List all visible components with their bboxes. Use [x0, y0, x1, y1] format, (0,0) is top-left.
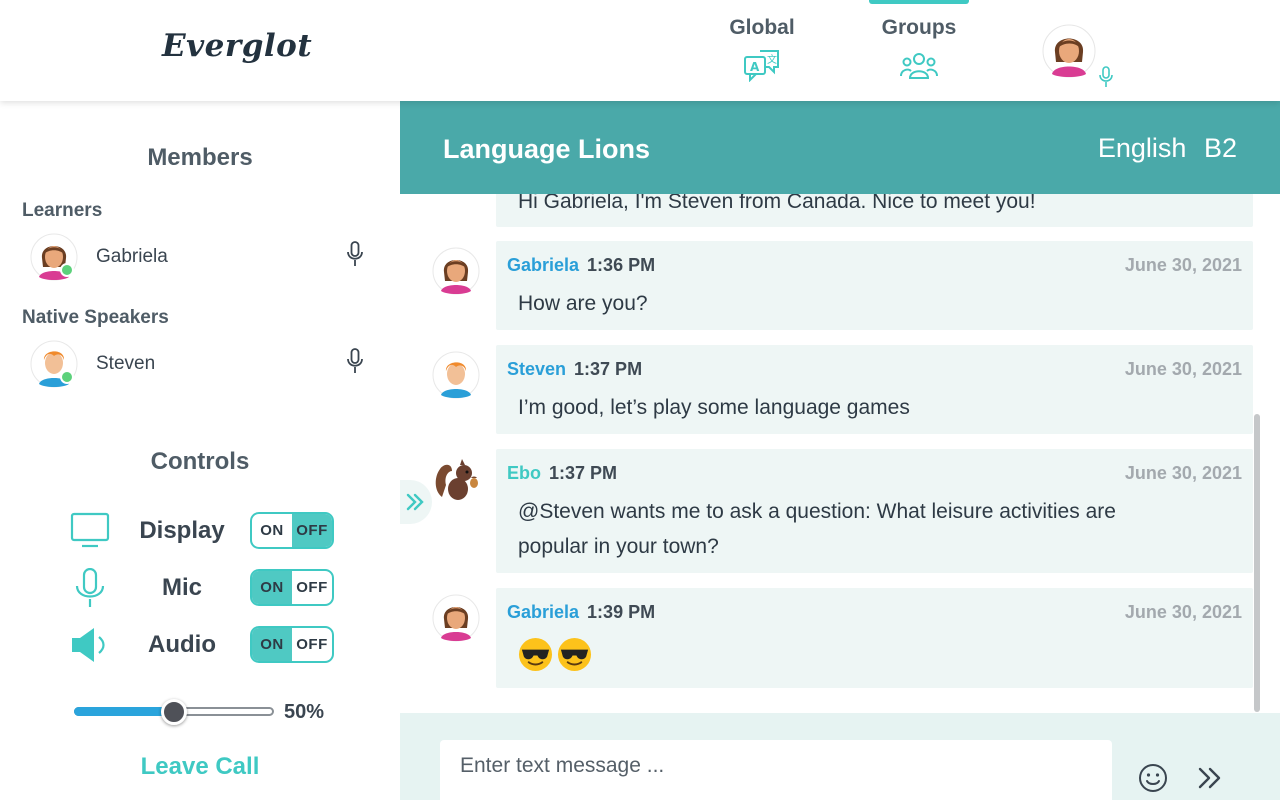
microphone-icon[interactable] — [346, 348, 364, 374]
slider-fill — [74, 707, 174, 716]
send-icon[interactable] — [1196, 765, 1224, 791]
toggle-on[interactable]: ON — [252, 514, 292, 547]
message-bubble: Ebo 1:37 PM June 30, 2021 @Steven wants m… — [496, 449, 1253, 573]
top-bar: Everglot Global A 文 Groups — [0, 0, 1280, 101]
toggle-off[interactable]: OFF — [292, 571, 332, 604]
app-logo[interactable]: Everglot — [162, 28, 312, 64]
tab-groups[interactable]: Groups — [854, 0, 984, 101]
composer — [400, 713, 1280, 800]
toggle-on[interactable]: ON — [252, 571, 292, 604]
native-speakers-label: Native Speakers — [22, 307, 169, 328]
message-author[interactable]: Steven — [507, 359, 566, 379]
sunglasses-emoji — [557, 637, 592, 671]
double-chevron-icon — [406, 493, 424, 511]
toggle-on[interactable]: ON — [252, 628, 292, 661]
slider-handle[interactable] — [161, 699, 187, 725]
member-gabriela[interactable]: Gabriela — [30, 233, 370, 283]
avatar — [432, 351, 480, 399]
audio-toggle[interactable]: ON OFF — [250, 626, 334, 663]
message-date: June 30, 2021 — [1124, 602, 1242, 622]
leave-call-button[interactable]: Leave Call — [0, 753, 400, 781]
online-indicator — [60, 370, 74, 384]
tab-groups-label: Groups — [881, 16, 957, 39]
translate-icon: A 文 — [744, 50, 779, 82]
message-bubble: Steven 1:37 PM June 30, 2021 I’m good, le… — [496, 345, 1253, 434]
sunglasses-emoji — [518, 637, 553, 671]
avatar — [432, 594, 480, 642]
display-control: Display ON OFF — [68, 511, 338, 551]
audio-label: Audio — [148, 631, 216, 658]
svg-text:A: A — [750, 60, 760, 74]
mic-control: Mic ON OFF — [68, 568, 338, 608]
active-tab-indicator — [869, 0, 969, 4]
learners-label: Learners — [22, 200, 103, 221]
audio-control: Audio ON OFF — [68, 625, 338, 665]
avatar — [432, 247, 480, 295]
message-time: 1:39 PM — [587, 602, 656, 622]
message-bubble: Gabriela 1:39 PM June 30, 2021 — [496, 588, 1253, 688]
microphone-icon[interactable] — [346, 241, 364, 267]
emoji-picker-icon[interactable] — [1138, 763, 1168, 793]
message-text — [518, 636, 1218, 672]
mic-toggle[interactable]: ON OFF — [250, 569, 334, 606]
mic-icon[interactable] — [1098, 66, 1114, 88]
online-indicator — [60, 263, 74, 277]
message-header: Gabriela 1:39 PM — [507, 602, 655, 623]
controls-title: Controls — [150, 448, 250, 475]
monitor-icon — [70, 512, 110, 548]
message-input[interactable] — [440, 740, 1112, 800]
message-time: 1:36 PM — [587, 255, 656, 275]
group-icon — [900, 53, 938, 79]
message-text: I’m good, let’s play some language games — [518, 396, 910, 419]
svg-text:文: 文 — [767, 53, 777, 66]
message-text: How are you? — [518, 292, 648, 315]
message-date: June 30, 2021 — [1124, 255, 1242, 275]
squirrel-avatar — [435, 459, 478, 500]
language-label: English — [1097, 133, 1187, 163]
language-level: English B2 — [1098, 133, 1237, 164]
message-header: Gabriela 1:36 PM — [507, 255, 655, 276]
message-author[interactable]: Ebo — [507, 463, 541, 483]
message-header: Ebo 1:37 PM — [507, 463, 617, 484]
message-header: Steven 1:37 PM — [507, 359, 642, 380]
message-date: June 30, 2021 — [1124, 463, 1242, 483]
message-text: @Steven wants me to ask a question: What… — [518, 500, 1116, 558]
expand-panel-button[interactable] — [400, 480, 432, 524]
scrollbar[interactable] — [1254, 414, 1260, 712]
message-date: June 30, 2021 — [1124, 359, 1242, 379]
message-author[interactable]: Gabriela — [507, 255, 579, 275]
display-label: Display — [139, 517, 225, 544]
mic-label: Mic — [161, 574, 202, 601]
message-time: 1:37 PM — [549, 463, 618, 483]
member-steven[interactable]: Steven — [30, 340, 370, 390]
tab-global-label: Global — [729, 16, 795, 39]
member-name: Steven — [96, 353, 156, 374]
message-author[interactable]: Gabriela — [507, 602, 579, 622]
display-toggle[interactable]: ON OFF — [250, 512, 334, 549]
members-title: Members — [147, 144, 253, 171]
group-name: Language Lions — [443, 134, 651, 164]
level-label: B2 — [1203, 133, 1237, 163]
message-bubble: Gabriela 1:36 PM June 30, 2021 How are yo… — [496, 241, 1253, 330]
toggle-off[interactable]: OFF — [292, 628, 332, 661]
sidebar: Members Learners Gabriela Native Speaker… — [0, 101, 400, 800]
volume-slider[interactable] — [74, 699, 274, 725]
chat-header: Language Lions English B2 — [400, 101, 1280, 194]
volume-value: 50% — [284, 701, 325, 723]
user-avatar[interactable] — [1042, 24, 1096, 78]
member-name: Gabriela — [96, 246, 168, 267]
message-time: 1:37 PM — [574, 359, 643, 379]
tab-global[interactable]: Global A 文 — [697, 0, 827, 101]
speaker-icon — [72, 628, 105, 662]
toggle-off[interactable]: OFF — [292, 514, 332, 547]
chat-panel: Language Lions English B2 Hi Gabriela, I… — [400, 101, 1280, 800]
microphone-icon — [75, 568, 105, 607]
